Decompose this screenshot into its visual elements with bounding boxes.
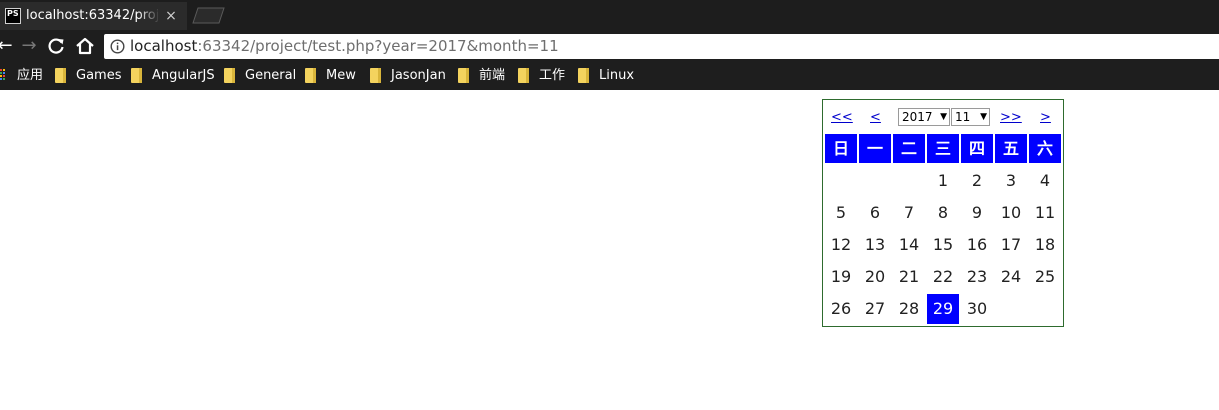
calendar-day[interactable]: 22: [927, 262, 959, 292]
apps-grid-icon[interactable]: [0, 69, 6, 83]
calendar-day[interactable]: 11: [1029, 198, 1061, 228]
weekday-label: 六: [1029, 134, 1061, 163]
calendar-day[interactable]: 4: [1029, 166, 1061, 196]
calendar-day[interactable]: 16: [961, 230, 993, 260]
tab-strip: PS localhost:63342/project/test.php?year…: [0, 0, 1219, 30]
forward-arrow-icon[interactable]: →: [18, 35, 40, 57]
folder-icon: [131, 68, 142, 83]
folder-icon: [55, 68, 66, 83]
tab-close-icon[interactable]: ×: [163, 7, 179, 25]
calendar-day[interactable]: 26: [825, 294, 857, 324]
reload-icon[interactable]: [46, 36, 66, 56]
calendar-day[interactable]: 24: [995, 262, 1027, 292]
calendar-day[interactable]: 5: [825, 198, 857, 228]
weekday-label: 三: [927, 134, 959, 163]
calendar-day[interactable]: 30: [961, 294, 993, 324]
weekday-label: 日: [825, 134, 857, 163]
bookmark-games[interactable]: Games: [76, 67, 121, 85]
prev-month-link[interactable]: <: [870, 110, 881, 126]
calendar-day[interactable]: 10: [995, 198, 1027, 228]
bookmark-frontend[interactable]: 前端: [479, 67, 505, 85]
weekday-label: 一: [859, 134, 891, 163]
prev-year-link[interactable]: <<: [831, 110, 853, 126]
browser-tab[interactable]: PS localhost:63342/project/test.php?year…: [0, 2, 187, 30]
calendar-day[interactable]: 12: [825, 230, 857, 260]
month-select[interactable]: 11 ▼: [951, 108, 990, 126]
browser-toolbar: ← → localhost:63342/project/test.php?yea…: [0, 30, 1219, 62]
info-icon[interactable]: [110, 39, 125, 54]
calendar-day[interactable]: 21: [893, 262, 925, 292]
bookmark-apps[interactable]: 应用: [17, 67, 43, 85]
chevron-down-icon: ▼: [980, 112, 987, 122]
back-arrow-icon[interactable]: ←: [0, 35, 16, 57]
bookmark-linux[interactable]: Linux: [599, 67, 634, 85]
calendar-day[interactable]: 7: [893, 198, 925, 228]
phpstorm-favicon-icon: PS: [5, 8, 21, 24]
calendar-day[interactable]: 14: [893, 230, 925, 260]
calendar-day[interactable]: 8: [927, 198, 959, 228]
folder-icon: [518, 68, 529, 83]
calendar-day[interactable]: 25: [1029, 262, 1061, 292]
year-select-value: 2017: [902, 110, 933, 124]
folder-icon: [578, 68, 589, 83]
home-icon[interactable]: [75, 36, 95, 56]
chevron-down-icon: ▼: [940, 112, 947, 122]
bookmark-mew[interactable]: Mew: [326, 67, 356, 85]
folder-icon: [370, 68, 381, 83]
bookmark-general[interactable]: General: [245, 67, 296, 85]
next-month-link[interactable]: >>: [1000, 110, 1022, 126]
bookmarks-bar: 应用 Games AngularJS General Mew JasonJan …: [0, 62, 1219, 90]
month-select-value: 11: [955, 110, 971, 124]
calendar-day[interactable]: 3: [995, 166, 1027, 196]
calendar-day[interactable]: 2: [961, 166, 993, 196]
calendar-day[interactable]: 1: [927, 166, 959, 196]
calendar-day[interactable]: 23: [961, 262, 993, 292]
calendar-day[interactable]: 18: [1029, 230, 1061, 260]
bookmark-work[interactable]: 工作: [539, 67, 565, 85]
bookmark-angularjs[interactable]: AngularJS: [152, 67, 215, 85]
new-tab-button[interactable]: [192, 7, 225, 24]
folder-icon: [224, 68, 235, 83]
weekday-label: 四: [961, 134, 993, 163]
calendar-day[interactable]: 17: [995, 230, 1027, 260]
weekday-label: 二: [893, 134, 925, 163]
url-path: :63342/project/test.php?year=2017&month=…: [197, 37, 559, 55]
url-host: localhost: [130, 37, 198, 55]
url-text[interactable]: localhost:63342/project/test.php?year=20…: [130, 37, 559, 56]
calendar-day[interactable]: 28: [893, 294, 925, 324]
calendar-day[interactable]: 20: [859, 262, 891, 292]
weekday-label: 五: [995, 134, 1027, 163]
calendar-day-today[interactable]: 29: [927, 294, 959, 324]
calendar-day[interactable]: 27: [859, 294, 891, 324]
calendar: << < 2017 ▼ 11 ▼ >> > 日 一 二 三 四 五 六 1234…: [822, 99, 1064, 327]
year-select[interactable]: 2017 ▼: [898, 108, 950, 126]
folder-icon: [305, 68, 316, 83]
address-bar[interactable]: localhost:63342/project/test.php?year=20…: [104, 34, 1219, 59]
calendar-day[interactable]: 13: [859, 230, 891, 260]
calendar-day[interactable]: 15: [927, 230, 959, 260]
calendar-day[interactable]: 9: [961, 198, 993, 228]
folder-icon: [458, 68, 469, 83]
calendar-day[interactable]: 19: [825, 262, 857, 292]
calendar-day[interactable]: 6: [859, 198, 891, 228]
next-year-link[interactable]: >: [1040, 110, 1051, 126]
bookmark-jasonjan[interactable]: JasonJan: [391, 67, 446, 85]
